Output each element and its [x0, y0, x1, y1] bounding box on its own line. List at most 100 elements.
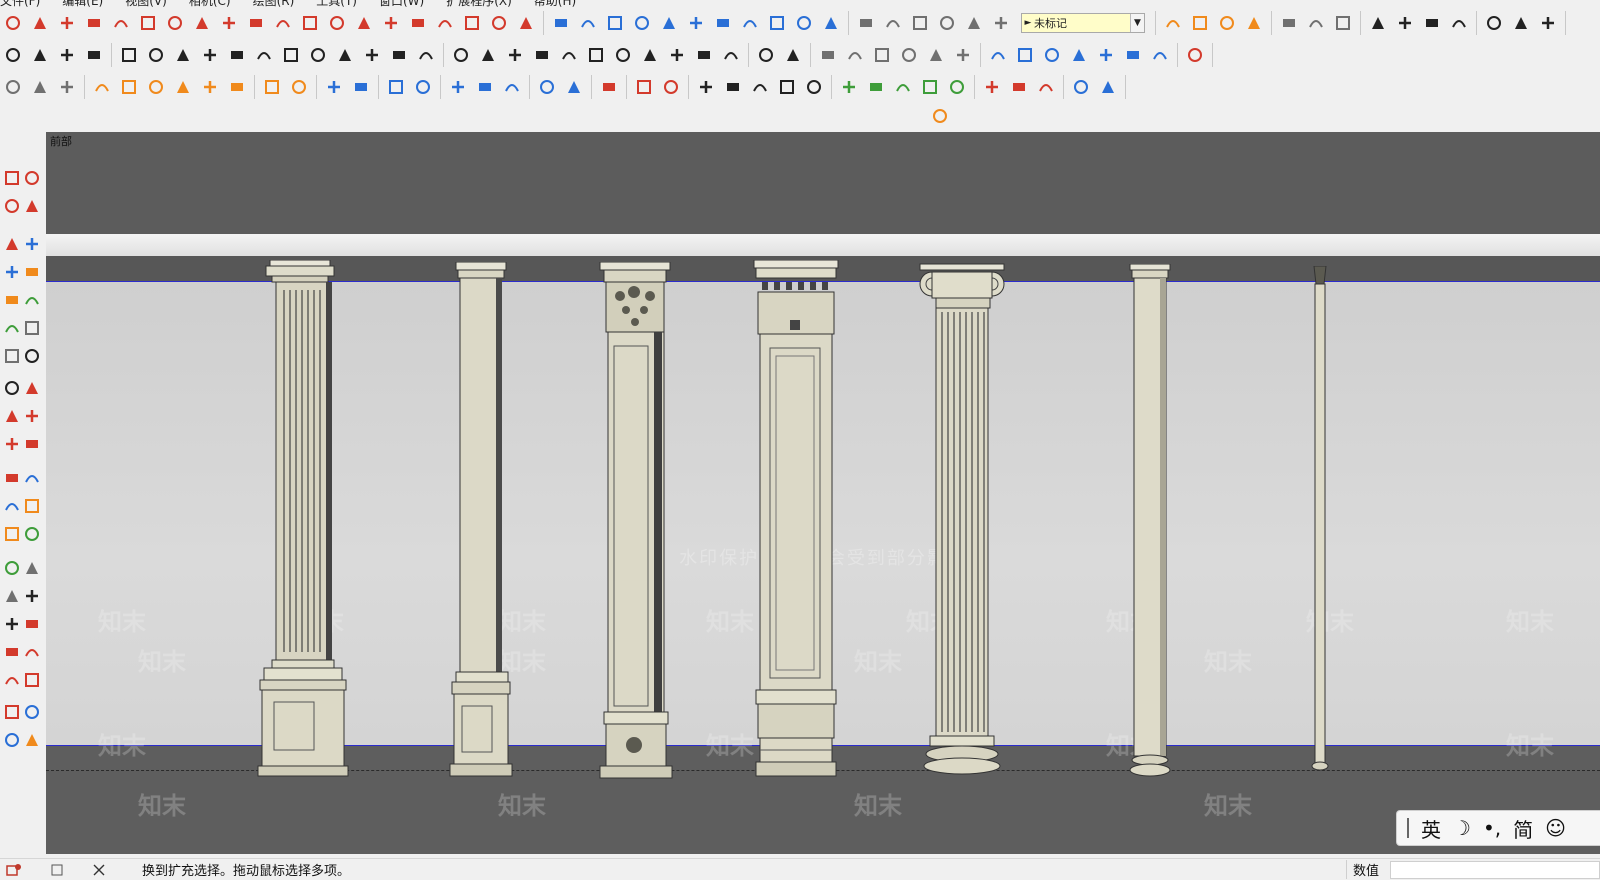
row2-tool-28-icon[interactable] — [780, 42, 806, 68]
measurements-input[interactable] — [1390, 860, 1600, 879]
row1-tool-11-icon[interactable] — [297, 10, 323, 36]
row1-tool-16-icon[interactable] — [432, 10, 458, 36]
row2-tool-14-icon[interactable] — [386, 42, 412, 68]
row2-tool-19-icon[interactable] — [529, 42, 555, 68]
left-tool-13-0-icon[interactable] — [2, 558, 22, 578]
row1-tool-22-icon[interactable] — [602, 10, 628, 36]
row1-tool-36-icon[interactable] — [988, 10, 1014, 36]
tag-selector[interactable]: ► 未标记 ▼ — [1021, 13, 1145, 33]
row2-tool-42-icon[interactable] — [1182, 42, 1208, 68]
row1-tool-26-icon[interactable] — [710, 10, 736, 36]
row2-tool-8-icon[interactable] — [224, 42, 250, 68]
column-slender-round[interactable] — [1308, 266, 1332, 776]
row1-tool-2-icon[interactable] — [54, 10, 80, 36]
row3-tool-8-icon[interactable] — [224, 74, 250, 100]
left-tool-0-0-icon[interactable] — [2, 168, 22, 188]
ime-emoji-icon[interactable]: ☺ — [1545, 816, 1566, 840]
column-plain-round[interactable] — [1126, 264, 1176, 784]
left-tool-19-1-icon[interactable] — [22, 730, 42, 750]
left-tool-0-1-icon[interactable] — [22, 168, 42, 188]
left-tool-14-1-icon[interactable] — [22, 586, 42, 606]
left-tool-16-0-icon[interactable] — [2, 642, 22, 662]
row3-tool-27-icon[interactable] — [801, 74, 827, 100]
menu-item-1[interactable]: 编辑(E) — [62, 0, 103, 8]
menu-item-6[interactable]: 窗口(W) — [379, 0, 424, 8]
row2-tool-35-icon[interactable] — [985, 42, 1011, 68]
left-tool-15-0-icon[interactable] — [2, 614, 22, 634]
row3-tool-35-icon[interactable] — [1033, 74, 1059, 100]
row2-tool-16-icon[interactable] — [448, 42, 474, 68]
ime-language-toggle[interactable]: 英 — [1421, 814, 1441, 843]
left-tool-7-0-icon[interactable] — [2, 378, 22, 398]
row1-tool-3-icon[interactable] — [81, 10, 107, 36]
scene-tab-label[interactable]: 前部 — [50, 133, 72, 149]
row1-tool-1-icon[interactable] — [27, 10, 53, 36]
column-plain-square-pilaster[interactable] — [448, 262, 518, 782]
row1-tool-7-icon[interactable] — [189, 10, 215, 36]
row2-tool-31-icon[interactable] — [869, 42, 895, 68]
menu-item-7[interactable]: 扩展程序(X) — [446, 0, 512, 8]
row1-tool-27-icon[interactable] — [737, 10, 763, 36]
chevron-down-icon[interactable]: ▼ — [1130, 14, 1144, 32]
row2-tool-33-icon[interactable] — [923, 42, 949, 68]
row3-tool-33-icon[interactable] — [979, 74, 1005, 100]
row3-tool-36-icon[interactable] — [1068, 74, 1094, 100]
row3-tool-28-icon[interactable] — [836, 74, 862, 100]
row3-tool-32-icon[interactable] — [944, 74, 970, 100]
row3-tool-34-icon[interactable] — [1006, 74, 1032, 100]
row1-tool-21-icon[interactable] — [575, 10, 601, 36]
left-tool-4-0-icon[interactable] — [2, 290, 22, 310]
row2-tool-18-icon[interactable] — [502, 42, 528, 68]
row3-tool-11-icon[interactable] — [321, 74, 347, 100]
row3-tool-18-icon[interactable] — [534, 74, 560, 100]
left-tool-6-1-icon[interactable] — [22, 346, 42, 366]
row2-tool-24-icon[interactable] — [664, 42, 690, 68]
row3-tool-0-icon[interactable] — [0, 74, 26, 100]
left-tool-17-1-icon[interactable] — [22, 670, 42, 690]
row1-tool-5-icon[interactable] — [135, 10, 161, 36]
row3-tool-37-icon[interactable] — [1095, 74, 1121, 100]
row2-tool-41-icon[interactable] — [1147, 42, 1173, 68]
left-tool-18-0-icon[interactable] — [2, 702, 22, 722]
row2-tool-23-icon[interactable] — [637, 42, 663, 68]
ime-toolbar[interactable]: 英 ☽ •, 简 ☺ — [1396, 810, 1600, 846]
left-tool-19-0-icon[interactable] — [2, 730, 22, 750]
column-paneled-dentil-pilaster[interactable] — [752, 260, 842, 780]
left-tool-13-1-icon[interactable] — [22, 558, 42, 578]
row2-tool-0-icon[interactable] — [0, 42, 26, 68]
left-tool-5-1-icon[interactable] — [22, 318, 42, 338]
row2-tool-32-icon[interactable] — [896, 42, 922, 68]
row2-tool-36-icon[interactable] — [1012, 42, 1038, 68]
row1-tool-30-icon[interactable] — [818, 10, 844, 36]
left-tool-4-1-icon[interactable] — [22, 290, 42, 310]
extension-launcher-icon[interactable] — [927, 103, 953, 129]
row2-tool-39-icon[interactable] — [1093, 42, 1119, 68]
menu-item-4[interactable]: 绘图(R) — [253, 0, 295, 8]
ime-punctuation-toggle[interactable]: •, — [1483, 816, 1501, 840]
column-ionic-fluted[interactable] — [918, 260, 1008, 780]
left-tool-10-1-icon[interactable] — [22, 468, 42, 488]
row3-tool-4-icon[interactable] — [116, 74, 142, 100]
row2-tool-29-icon[interactable] — [815, 42, 841, 68]
row2-tool-26-icon[interactable] — [718, 42, 744, 68]
row2-tool-7-icon[interactable] — [197, 42, 223, 68]
left-tool-1-1-icon[interactable] — [22, 196, 42, 216]
row1-tool-50-icon[interactable] — [1535, 10, 1561, 36]
row1-tool-19-icon[interactable] — [513, 10, 539, 36]
row3-tool-17-icon[interactable] — [499, 74, 525, 100]
menu-item-2[interactable]: 视图(V) — [125, 0, 167, 8]
ime-grip-handle[interactable] — [1407, 818, 1409, 838]
menu-item-8[interactable]: 帮助(H) — [534, 0, 576, 8]
left-tool-18-1-icon[interactable] — [22, 702, 42, 722]
row1-tool-13-icon[interactable] — [351, 10, 377, 36]
row1-tool-25-icon[interactable] — [683, 10, 709, 36]
left-tool-12-1-icon[interactable] — [22, 524, 42, 544]
row3-tool-16-icon[interactable] — [472, 74, 498, 100]
row3-tool-3-icon[interactable] — [89, 74, 115, 100]
row2-tool-2-icon[interactable] — [54, 42, 80, 68]
row3-tool-14-icon[interactable] — [410, 74, 436, 100]
row2-tool-21-icon[interactable] — [583, 42, 609, 68]
row1-tool-43-icon[interactable] — [1330, 10, 1356, 36]
row2-tool-40-icon[interactable] — [1120, 42, 1146, 68]
row1-tool-34-icon[interactable] — [934, 10, 960, 36]
